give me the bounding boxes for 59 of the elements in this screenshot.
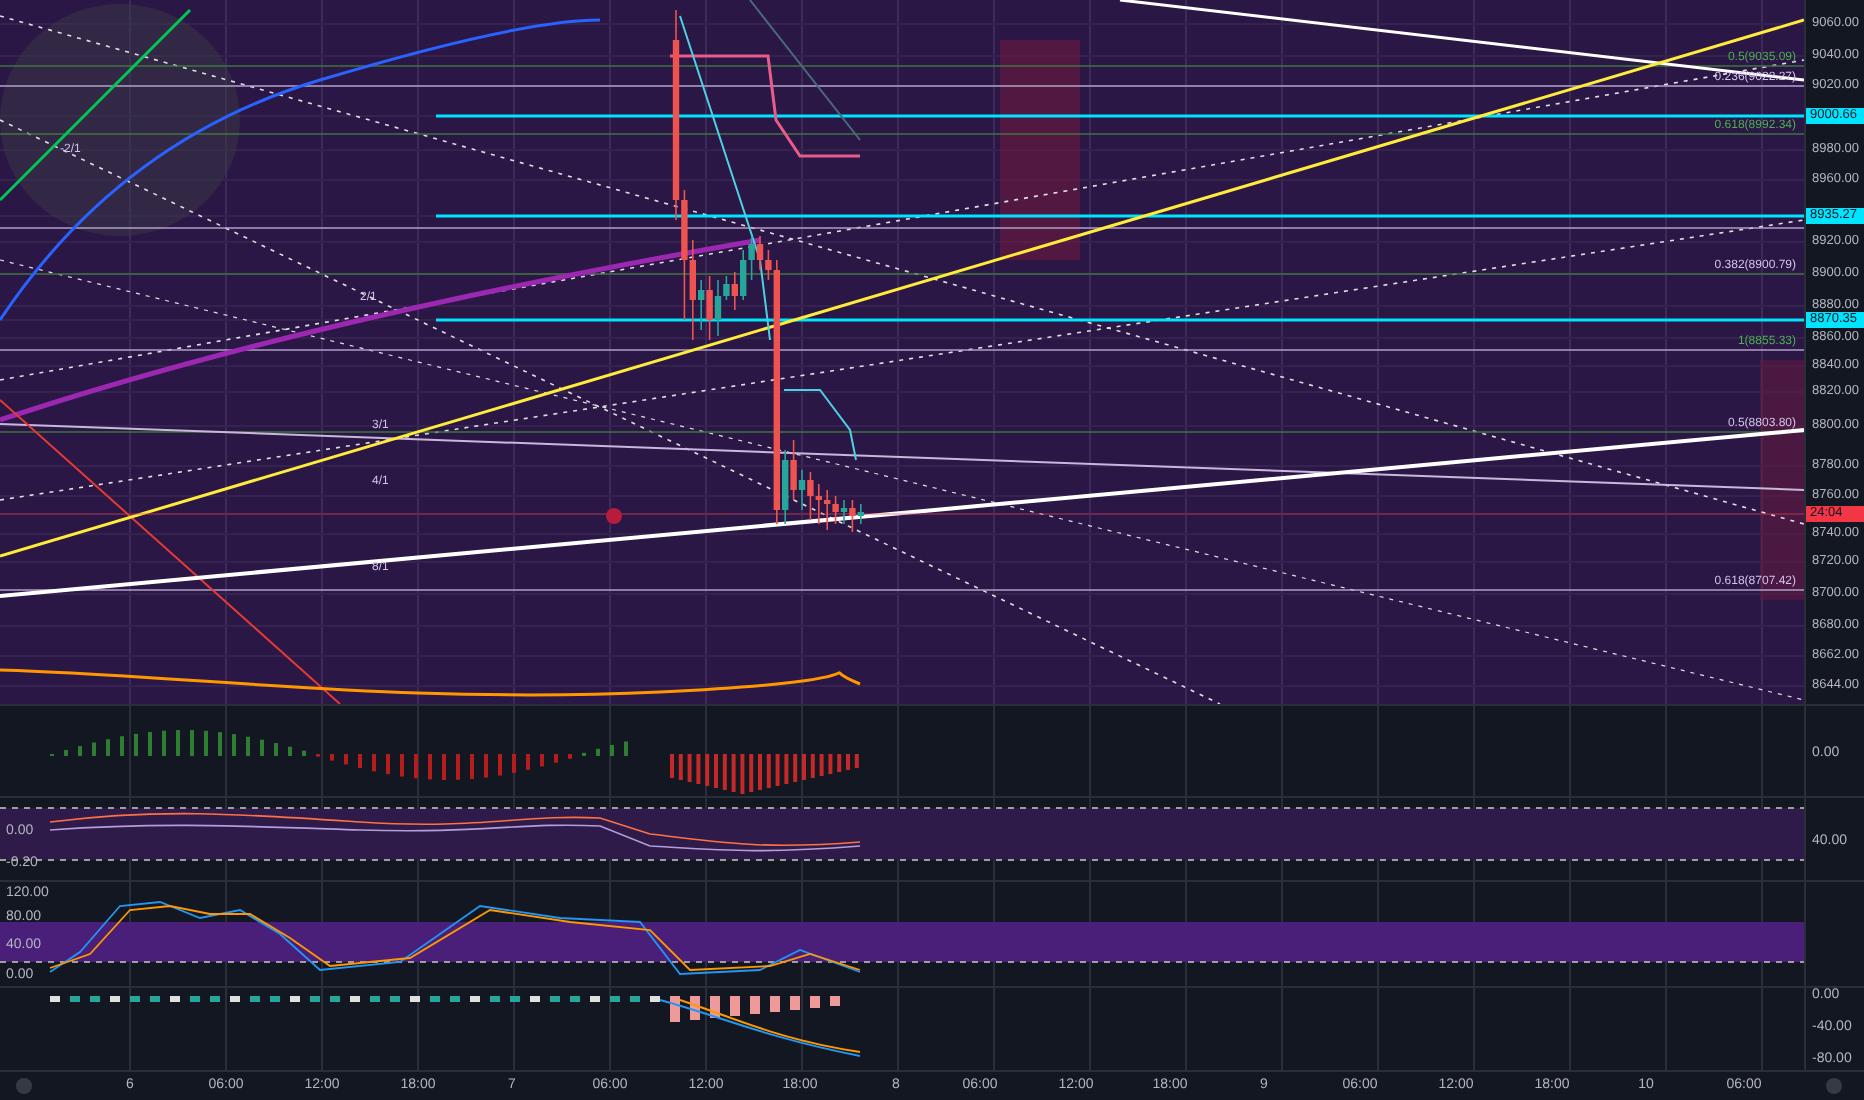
histogram-bar xyxy=(170,996,180,1002)
histogram-bar xyxy=(110,996,120,1002)
histogram-bar xyxy=(837,754,842,772)
histogram-bar xyxy=(610,996,620,1002)
histogram-bar xyxy=(490,996,500,1002)
histogram-bar xyxy=(830,996,840,1006)
histogram-bar xyxy=(766,754,771,788)
histogram-bar xyxy=(590,996,600,1002)
histogram-bar xyxy=(330,996,340,1002)
histogram-bar xyxy=(250,996,260,1002)
histogram-bar xyxy=(854,754,859,768)
histogram-bar xyxy=(687,754,692,782)
histogram-bar xyxy=(570,996,580,1002)
histogram-bar xyxy=(828,754,833,774)
histogram-bar xyxy=(70,996,80,1002)
histogram-bar xyxy=(678,754,683,780)
histogram-bar xyxy=(550,996,560,1002)
histogram-bar xyxy=(750,996,760,1014)
histogram-bar xyxy=(230,996,240,1002)
histogram-bar xyxy=(470,996,480,1002)
histogram-bar xyxy=(130,996,140,1002)
histogram-bar xyxy=(630,996,640,1002)
histogram-bar xyxy=(50,996,60,1002)
histogram-bar xyxy=(705,754,710,786)
histogram-bar xyxy=(730,996,740,1016)
histogram-bar xyxy=(731,754,736,792)
histogram-bar xyxy=(810,996,820,1008)
histogram-bar xyxy=(722,754,727,790)
histogram-bar xyxy=(450,996,460,1002)
histogram-bar xyxy=(390,996,400,1002)
histogram-bar xyxy=(770,996,780,1012)
histogram-bar xyxy=(350,996,360,1002)
histogram-bar xyxy=(690,996,700,1020)
histogram-bar xyxy=(510,996,520,1002)
histogram-bar xyxy=(775,754,780,786)
histogram-bar xyxy=(150,996,160,1002)
histogram-bar xyxy=(210,996,220,1002)
histogram-bar xyxy=(430,996,440,1002)
histogram-bar xyxy=(530,996,540,1002)
histogram-bar xyxy=(190,996,200,1002)
histogram-bar xyxy=(710,996,720,1018)
histogram-bar xyxy=(270,996,280,1002)
histogram-bar xyxy=(784,754,789,784)
indicator-line xyxy=(783,389,857,461)
histogram-bar xyxy=(696,754,701,784)
histogram-bar xyxy=(410,996,420,1002)
signal-dot xyxy=(606,508,622,524)
histogram-bar xyxy=(650,996,660,1002)
histogram-bar xyxy=(819,754,824,776)
histogram-bar xyxy=(290,996,300,1002)
histogram-bar xyxy=(790,996,800,1010)
histogram-bar xyxy=(740,754,745,794)
histogram-bar xyxy=(749,754,754,792)
histogram-bar xyxy=(793,754,798,782)
histogram-bar xyxy=(670,996,680,1022)
histogram-bar xyxy=(370,996,380,1002)
histogram-bar xyxy=(90,996,100,1002)
histogram-bar xyxy=(810,754,815,778)
histogram-bar xyxy=(310,996,320,1002)
